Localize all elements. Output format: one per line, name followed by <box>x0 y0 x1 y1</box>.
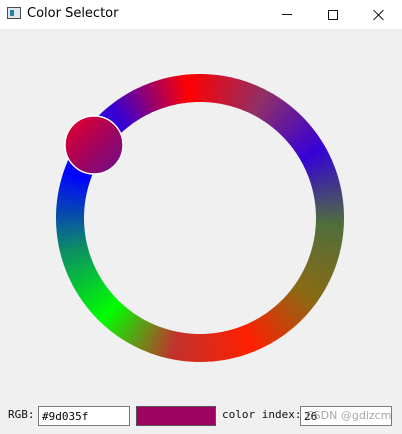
close-button[interactable] <box>356 0 402 29</box>
close-icon <box>373 9 385 21</box>
color-selector-window: Color Selector RGB: color index: CSDN @g… <box>0 0 402 434</box>
color-index-label: color index: <box>222 408 302 421</box>
maximize-button[interactable] <box>310 0 356 29</box>
maximize-icon <box>328 9 338 20</box>
selected-color-swatch <box>136 406 216 426</box>
color-wheel-svg[interactable] <box>56 74 344 362</box>
color-index-input[interactable] <box>300 406 392 426</box>
color-controls-row: RGB: color index: <box>0 404 402 428</box>
color-picker-handle[interactable] <box>64 115 124 175</box>
rgb-input[interactable] <box>38 406 130 426</box>
title-bar: Color Selector <box>0 0 402 29</box>
minimize-button[interactable] <box>264 0 310 29</box>
window-title: Color Selector <box>27 6 119 21</box>
minimize-icon <box>282 14 292 15</box>
app-icon <box>7 7 21 19</box>
rgb-label: RGB: <box>8 408 35 421</box>
color-wheel[interactable] <box>56 74 344 362</box>
